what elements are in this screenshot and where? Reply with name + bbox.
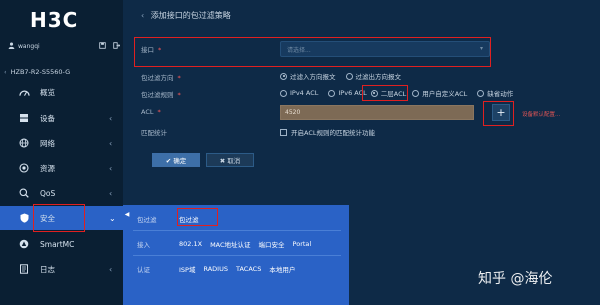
logout-icon[interactable] (109, 41, 123, 51)
interface-select[interactable]: 请选择... ▾ (280, 41, 490, 57)
radio-dot (328, 89, 336, 97)
chevron-left-icon: ‹ (109, 138, 113, 148)
log-icon (18, 263, 30, 275)
collapse-icon[interactable]: ◀ (123, 207, 131, 221)
acl-label: ACL * (141, 108, 161, 116)
stats-checkbox-row[interactable]: 开启ACL规则的匹配统计功能 (280, 127, 375, 137)
radio-dot (280, 89, 287, 97)
smartmc-icon (18, 238, 30, 250)
chevron-down-icon: ▾ (479, 45, 483, 52)
add-acl-button[interactable]: + (492, 104, 510, 121)
sidebar-item-device[interactable]: 设备 ‹ (0, 106, 123, 130)
sidebar-item-log[interactable]: 日志 ‹ (0, 257, 123, 281)
submenu-item-packet-filter[interactable]: 包过滤 (179, 214, 199, 224)
acl-value: 4520 (285, 109, 301, 116)
rule-ipv4-radio[interactable]: IPv4 ACL (280, 89, 318, 97)
submenu-item-mac-auth[interactable]: MAC地址认证 (210, 239, 250, 249)
sidebar-item-label: 日志 (40, 264, 55, 274)
submenu-item-8021x[interactable]: 802.1X (179, 240, 202, 248)
submenu-row-auth: 认证 ISP域 RADIUS TACACS 本地用户 (137, 264, 303, 274)
sidebar: H3C wangqi ‹ HZB7-R2-S5560-G 概览 设备 ‹ 网络 … (0, 0, 123, 305)
stats-label: 匹配统计 (141, 129, 167, 137)
rule-label: 包过滤规则 * (141, 91, 181, 99)
sidebar-item-security[interactable]: 安全 ⌄ (0, 206, 123, 230)
interface-placeholder: 请选择... (287, 46, 311, 54)
user-bar: wangqi (0, 38, 123, 54)
security-submenu: 包过滤 包过滤 接入 802.1X MAC地址认证 端口安全 Portal 认证… (123, 205, 349, 305)
username: wangqi (18, 42, 40, 50)
rule-radio-group: IPv4 ACL IPv6 ACL 二层ACL 用户自定义ACL 缺省动作 (280, 88, 523, 98)
submenu-item-isp-domain[interactable]: ISP域 (179, 264, 195, 274)
radio-dot (412, 89, 420, 97)
submenu-row-label: 接入 (137, 241, 150, 249)
back-icon[interactable]: ‹ (141, 11, 144, 20)
cancel-button[interactable]: ✖ 取消 (206, 153, 254, 167)
submenu-row-packet-filter: 包过滤 包过滤 (137, 214, 207, 224)
radio-dot (477, 89, 485, 97)
page-title: ‹ 添加接口的包过滤策略 (141, 10, 231, 21)
qos-icon (18, 187, 30, 199)
acl-input[interactable]: 4520 (280, 105, 474, 120)
acl-hint: 设备默认配置... (522, 112, 561, 118)
sidebar-item-qos[interactable]: QoS ‹ (0, 181, 123, 205)
interface-label: 接口 * (141, 46, 162, 54)
shield-icon (18, 212, 30, 224)
divider (133, 230, 341, 231)
device-icon (18, 112, 30, 124)
resource-icon (18, 162, 30, 174)
chevron-left-icon: ‹ (4, 68, 7, 76)
direction-in-radio[interactable]: 过滤入方向报文 (280, 71, 336, 81)
save-icon[interactable] (95, 41, 109, 51)
radio-dot (280, 72, 287, 80)
sidebar-item-network[interactable]: 网络 ‹ (0, 131, 123, 155)
submenu-item-radius[interactable]: RADIUS (203, 265, 228, 273)
chevron-left-icon: ‹ (109, 264, 113, 274)
rule-default-radio[interactable]: 缺省动作 (477, 88, 513, 98)
sidebar-item-overview[interactable]: 概览 (0, 80, 123, 104)
divider (133, 255, 341, 256)
chevron-left-icon: ‹ (109, 113, 113, 123)
chevron-left-icon: ‹ (109, 188, 113, 198)
chevron-left-icon: ‹ (109, 163, 113, 173)
sidebar-item-smartmc[interactable]: SmartMC (0, 232, 123, 256)
radio-dot (345, 72, 353, 80)
sidebar-item-label: QoS (40, 188, 56, 198)
radio-dot (370, 89, 378, 97)
direction-radio-group: 过滤入方向报文 过滤出方向报文 (280, 71, 411, 81)
submenu-item-local-user[interactable]: 本地用户 (269, 264, 295, 274)
sidebar-item-label: SmartMC (40, 239, 75, 249)
ok-button[interactable]: ✔ 确定 (152, 153, 200, 167)
chevron-down-icon: ⌄ (109, 213, 116, 223)
submenu-row-access: 接入 802.1X MAC地址认证 端口安全 Portal (137, 239, 319, 249)
sidebar-item-label: 概览 (40, 87, 55, 97)
rule-ipv6-radio[interactable]: IPv6 ACL (328, 89, 367, 97)
dashboard-icon (18, 86, 30, 98)
sidebar-item-label: 网络 (40, 138, 55, 148)
rule-l2-radio[interactable]: 二层ACL (370, 88, 406, 98)
stats-checkbox[interactable] (280, 128, 287, 136)
device-selector[interactable]: ‹ HZB7-R2-S5560-G (0, 64, 123, 80)
sidebar-item-label: 资源 (40, 163, 55, 173)
sidebar-item-label: 安全 (40, 213, 55, 223)
device-name: HZB7-R2-S5560-G (10, 68, 71, 76)
globe-icon (18, 137, 30, 149)
user-icon (8, 42, 15, 51)
submenu-item-tacacs[interactable]: TACACS (236, 265, 261, 273)
submenu-item-portal[interactable]: Portal (293, 240, 312, 248)
submenu-row-label: 包过滤 (137, 216, 157, 224)
rule-custom-radio[interactable]: 用户自定义ACL (412, 88, 467, 98)
direction-out-radio[interactable]: 过滤出方向报文 (345, 71, 401, 81)
stats-checkbox-text: 开启ACL规则的匹配统计功能 (291, 129, 375, 137)
submenu-item-port-security[interactable]: 端口安全 (259, 239, 285, 249)
page-title-text: 添加接口的包过滤策略 (150, 11, 231, 20)
sidebar-item-label: 设备 (40, 113, 55, 123)
submenu-row-label: 认证 (137, 266, 150, 274)
sidebar-item-resource[interactable]: 资源 ‹ (0, 156, 123, 180)
watermark: 知乎 @海伦 (478, 271, 553, 287)
brand-logo: H3C (30, 8, 79, 32)
direction-label: 包过滤方向 * (141, 74, 181, 82)
